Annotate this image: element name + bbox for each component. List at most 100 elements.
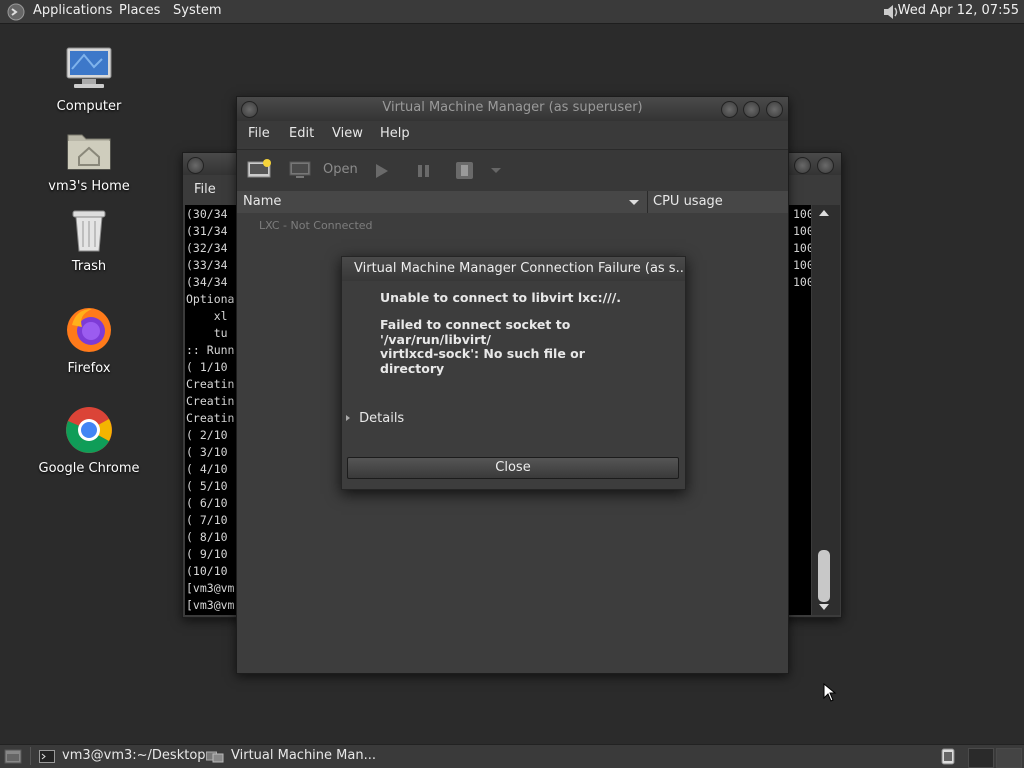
terminal-line: (30/34: [186, 207, 228, 221]
error-secondary-line: Failed to connect socket to '/var/run/li…: [380, 317, 571, 347]
desktop-icon-label: Computer: [56, 99, 122, 114]
terminal-progress-value: 100%: [793, 258, 811, 272]
taskbar-item-vmm[interactable]: Virtual Machine Man...: [203, 747, 383, 765]
details-expander[interactable]: Details: [345, 411, 404, 426]
bottom-panel: vm3@vm3:~/Desktop Virtual Machine Man...: [0, 744, 1024, 768]
firefox-icon: [67, 308, 111, 352]
clock[interactable]: Wed Apr 12, 07:55: [898, 3, 1019, 18]
scrollbar-thumb[interactable]: [818, 550, 830, 602]
terminal-line: ( 5/10: [186, 479, 228, 493]
workspace-1[interactable]: [968, 748, 994, 768]
places-menu[interactable]: Places: [119, 3, 160, 18]
taskbar-label: Virtual Machine Man...: [231, 748, 376, 763]
terminal-progress-value: 100%: [793, 224, 811, 238]
error-primary-text: Unable to connect to libvirt lxc:///.: [380, 290, 622, 305]
top-panel: Applications Places System Wed Apr 12, 0…: [0, 0, 1024, 24]
desktop-icon-chrome[interactable]: Google Chrome: [29, 405, 149, 476]
terminal-progress-value: 100%: [793, 241, 811, 255]
taskbar-label: vm3@vm3:~/Desktop: [62, 748, 206, 763]
applications-menu[interactable]: Applications: [33, 3, 112, 18]
vm-list-header: Name CPU usage: [237, 191, 788, 214]
mouse-pointer-icon: [823, 683, 837, 702]
desktop-icon-label: Google Chrome: [38, 461, 140, 476]
terminal-line: ( 3/10: [186, 445, 228, 459]
column-name-header[interactable]: Name: [243, 194, 281, 209]
dialog-title[interactable]: Virtual Machine Manager Connection Failu…: [342, 257, 685, 281]
terminal-line: ( 8/10: [186, 530, 228, 544]
vmm-app-icon: [206, 751, 224, 763]
system-menu[interactable]: System: [173, 3, 221, 18]
chevron-down-icon[interactable]: [491, 167, 501, 175]
terminal-menu-file[interactable]: File: [194, 182, 216, 197]
scroll-down-arrow-icon[interactable]: [819, 603, 829, 611]
scroll-up-arrow-icon[interactable]: [819, 209, 829, 217]
menu-help[interactable]: Help: [380, 126, 410, 141]
desktop-icon-trash[interactable]: Trash: [29, 207, 149, 274]
window-menu-button[interactable]: [187, 157, 204, 174]
terminal-progress-value: 100%: [793, 207, 811, 221]
home-folder-icon: [67, 134, 111, 170]
connection-row-lxc[interactable]: LXC - Not Connected: [259, 219, 373, 232]
show-desktop-icon[interactable]: [4, 749, 22, 764]
desktop-icon-label: vm3's Home: [48, 179, 130, 194]
terminal-line: [vm3@vm: [186, 581, 235, 595]
terminal-line: ( 4/10: [186, 462, 228, 476]
minimize-button[interactable]: [721, 101, 738, 118]
terminal-icon: [39, 750, 55, 763]
column-cpu-header[interactable]: CPU usage: [653, 194, 723, 209]
terminal-line: (31/34: [186, 224, 228, 238]
minimize-button[interactable]: [794, 157, 811, 174]
open-vm-icon[interactable]: [289, 160, 313, 180]
details-label: Details: [359, 411, 405, 426]
taskbar-item-terminal[interactable]: vm3@vm3:~/Desktop: [36, 747, 206, 765]
workspace-2[interactable]: [996, 748, 1022, 768]
vmm-menubar: File Edit View Help: [237, 121, 788, 147]
terminal-line: (32/34: [186, 241, 228, 255]
terminal-line: (33/34: [186, 258, 228, 272]
pause-icon[interactable]: [417, 164, 431, 178]
sort-arrow-icon[interactable]: [629, 199, 639, 207]
vmm-toolbar: Open: [237, 149, 788, 192]
terminal-line: ( 9/10: [186, 547, 228, 561]
column-divider: [647, 191, 648, 213]
open-label[interactable]: Open: [323, 162, 358, 177]
terminal-line: xl: [186, 309, 228, 323]
computer-icon: [66, 47, 112, 88]
terminal-line: ( 7/10: [186, 513, 228, 527]
panel-separator: [30, 747, 31, 765]
terminal-line: (10/10: [186, 564, 228, 578]
close-dialog-button[interactable]: Close: [347, 457, 679, 479]
new-vm-icon[interactable]: [247, 159, 273, 181]
maximize-button[interactable]: [743, 101, 760, 118]
error-secondary-text: Failed to connect socket to '/var/run/li…: [380, 317, 685, 376]
terminal-lines: (30/34 (31/34 (32/34 (33/34 (34/34 Optiona xl…: [186, 206, 234, 614]
terminal-scrollbar[interactable]: [812, 205, 840, 615]
desktop-icon-label: Trash: [71, 259, 107, 274]
terminal-progress-value: 100%: [793, 275, 811, 289]
shutdown-icon[interactable]: [455, 161, 475, 181]
close-button[interactable]: [817, 157, 834, 174]
play-icon[interactable]: [375, 163, 389, 179]
terminal-line: :: Runn: [186, 343, 235, 357]
close-button[interactable]: [766, 101, 783, 118]
terminal-line: Creatin: [186, 411, 235, 425]
window-menu-button[interactable]: [241, 101, 258, 118]
terminal-line: Creatin: [186, 377, 235, 391]
trash-icon: [72, 210, 106, 252]
expander-arrow-icon: [346, 415, 350, 421]
desktop-icon-label: Firefox: [67, 361, 111, 376]
desktop-icon-firefox[interactable]: Firefox: [29, 305, 149, 376]
connection-failure-dialog[interactable]: Virtual Machine Manager Connection Failu…: [341, 256, 686, 490]
menu-edit[interactable]: Edit: [289, 126, 314, 141]
desktop-icon-home[interactable]: vm3's Home: [29, 127, 149, 194]
desktop-icon-computer[interactable]: Computer: [29, 45, 149, 114]
workspace-switcher-icon[interactable]: [940, 748, 956, 765]
distro-logo-icon[interactable]: [7, 3, 25, 21]
menu-view[interactable]: View: [332, 126, 363, 141]
terminal-line: (34/34: [186, 275, 228, 289]
vmm-titlebar[interactable]: Virtual Machine Manager (as superuser): [237, 97, 788, 121]
terminal-line: Creatin: [186, 394, 235, 408]
terminal-line: ( 1/10: [186, 360, 228, 374]
menu-file[interactable]: File: [248, 126, 270, 141]
terminal-line: tu: [186, 326, 228, 340]
